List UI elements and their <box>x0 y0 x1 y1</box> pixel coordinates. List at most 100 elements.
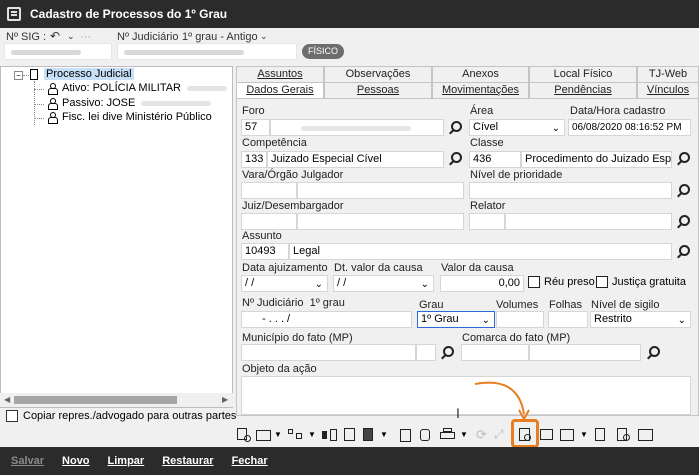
tree-item-passivo[interactable]: Passivo: JOSE <box>62 97 212 109</box>
document-settings-icon[interactable] <box>616 427 632 443</box>
relator-search-icon[interactable] <box>675 214 691 230</box>
data-cadastro-input[interactable]: 06/08/2020 08:16:52 PM <box>568 119 691 136</box>
data-cadastro-label: Data/Hora cadastro <box>570 105 666 117</box>
export-document-icon[interactable] <box>362 427 378 443</box>
objeto-textarea[interactable] <box>241 376 691 415</box>
list-icon[interactable] <box>540 427 556 443</box>
municipio-code-input[interactable] <box>241 344 416 361</box>
tab-dados-gerais[interactable]: Dados Gerais <box>236 82 324 98</box>
tab-observacoes[interactable]: Observações <box>324 66 432 82</box>
printer-icon[interactable] <box>440 427 456 443</box>
tab-tj-web[interactable]: TJ-Web <box>637 66 699 82</box>
tab-vinculos[interactable]: Vínculos <box>637 82 699 98</box>
tab-pendencias[interactable]: Pendências <box>529 82 637 98</box>
competencia-name-input[interactable]: Juizado Especial Cível <box>267 151 444 168</box>
collapse-icon[interactable]: − <box>14 71 23 80</box>
highlighted-toolbar-button <box>511 419 539 448</box>
dt-valor-label: Dt. valor da causa <box>334 262 423 274</box>
vara-code-input[interactable] <box>241 182 297 199</box>
document-lock-icon[interactable] <box>594 427 610 443</box>
tab-local-fisico[interactable]: Local Físico <box>529 66 637 82</box>
competencia-search-icon[interactable] <box>447 151 463 167</box>
folhas-input[interactable] <box>548 311 588 328</box>
chevron-down-icon[interactable]: ▼ <box>308 430 316 439</box>
classe-code-input[interactable]: 436 <box>469 151 521 168</box>
valor-causa-input[interactable]: 0,00 <box>440 275 524 292</box>
justica-gratuita-checkbox[interactable]: Justiça gratuita <box>596 276 686 288</box>
data-ajuizamento-input[interactable]: / / ⌄ <box>241 275 328 292</box>
sig-input[interactable] <box>4 43 112 60</box>
classe-name-input[interactable]: Procedimento do Juizado Espec <box>521 151 672 168</box>
scroll-thumb[interactable] <box>14 396 177 404</box>
vara-name-input[interactable] <box>297 182 464 199</box>
novo-button[interactable]: Novo <box>62 455 90 467</box>
grau-chevron-icon[interactable]: ⌄ <box>260 31 268 42</box>
clipboard-icon[interactable] <box>398 427 414 443</box>
copy-representative-checkbox[interactable]: Copiar repres./advogado para outras part… <box>6 410 236 422</box>
valor-causa-label: Valor da causa <box>441 262 514 274</box>
juiz-name-input[interactable] <box>297 213 464 230</box>
calendar-icon[interactable] <box>560 427 576 443</box>
restaurar-button[interactable]: Restaurar <box>162 455 213 467</box>
municipio-search-icon[interactable] <box>439 345 455 361</box>
person-icon <box>48 83 58 95</box>
prioridade-input[interactable] <box>469 182 672 199</box>
merge-icon[interactable] <box>322 427 338 443</box>
relator-name-input[interactable] <box>505 213 672 230</box>
tree-structure-icon[interactable] <box>288 427 304 443</box>
foro-code-input[interactable]: 57 <box>241 119 270 136</box>
tree-root[interactable]: Processo Judicial <box>44 68 134 80</box>
assunto-name-input[interactable]: Legal <box>289 243 672 260</box>
grau-selector[interactable]: 1º grau - Antigo <box>182 31 258 43</box>
undo-icon[interactable]: ↶ <box>50 29 60 43</box>
fechar-button[interactable]: Fechar <box>232 455 268 467</box>
foro-name-input[interactable] <box>270 119 444 136</box>
tree-item-fiscal[interactable]: Fisc. lei dive Ministério Público <box>62 111 212 123</box>
comarca-search-icon[interactable] <box>645 345 661 361</box>
foro-search-icon[interactable] <box>447 120 463 136</box>
chevron-down-icon[interactable]: ▼ <box>274 430 282 439</box>
reu-preso-checkbox[interactable]: Réu preso <box>528 276 595 288</box>
folder-icon[interactable] <box>256 427 272 443</box>
add-document-icon[interactable] <box>236 427 252 443</box>
scroll-right-icon[interactable]: ▶ <box>222 395 228 404</box>
area-select[interactable]: Cível ⌄ <box>469 119 565 136</box>
checkbox[interactable] <box>6 410 18 422</box>
sigilo-select[interactable]: Restrito ⌄ <box>590 311 691 328</box>
tab-anexos[interactable]: Anexos <box>432 66 529 82</box>
prioridade-search-icon[interactable] <box>675 183 691 199</box>
tab-pessoas[interactable]: Pessoas <box>324 82 432 98</box>
move-document-icon[interactable] <box>342 427 358 443</box>
judiciario-input[interactable] <box>117 43 297 60</box>
salvar-button[interactable]: Salvar <box>11 455 44 467</box>
tab-movimentacoes[interactable]: Movimentações <box>432 82 529 98</box>
tab-assuntos[interactable]: Assuntos <box>236 66 324 82</box>
process-tree[interactable]: − Processo Judicial Ativo: POLÍCIA MILIT… <box>0 66 233 408</box>
tree-scrollbar[interactable]: ◀ ▶ <box>0 393 233 407</box>
njud-input[interactable]: - . . . / <box>241 311 412 328</box>
assunto-code-input[interactable]: 10493 <box>241 243 289 260</box>
chevron-down-icon[interactable]: ⌄ <box>67 31 75 42</box>
chevron-down-icon[interactable]: ▼ <box>580 430 588 439</box>
volumes-input[interactable] <box>496 311 544 328</box>
limpar-button[interactable]: Limpar <box>108 455 145 467</box>
scroll-left-icon[interactable]: ◀ <box>4 395 10 404</box>
competencia-code-input[interactable]: 133 <box>241 151 267 168</box>
chevron-down-icon[interactable]: ▼ <box>380 430 388 439</box>
relator-code-input[interactable] <box>469 213 505 230</box>
comarca-code-input[interactable] <box>461 344 529 361</box>
chevron-down-icon[interactable]: ▼ <box>460 430 468 439</box>
tree-item-ativo[interactable]: Ativo: POLÍCIA MILITAR <box>62 82 227 94</box>
refresh-icon[interactable]: ⟳ <box>476 427 492 443</box>
municipio-name-input[interactable] <box>416 344 436 361</box>
comarca-name-input[interactable] <box>529 344 641 361</box>
expand-icon[interactable]: ⤢ <box>494 427 510 443</box>
assunto-search-icon[interactable] <box>675 244 691 260</box>
grau-select[interactable]: 1º Grau ⌄ <box>417 311 495 328</box>
more-icon[interactable]: ··· <box>80 31 91 43</box>
juiz-code-input[interactable] <box>241 213 297 230</box>
edit-document-icon[interactable] <box>638 427 654 443</box>
classe-search-icon[interactable] <box>675 151 691 167</box>
dt-valor-input[interactable]: / / ⌄ <box>333 275 434 292</box>
phone-icon[interactable] <box>418 427 434 443</box>
